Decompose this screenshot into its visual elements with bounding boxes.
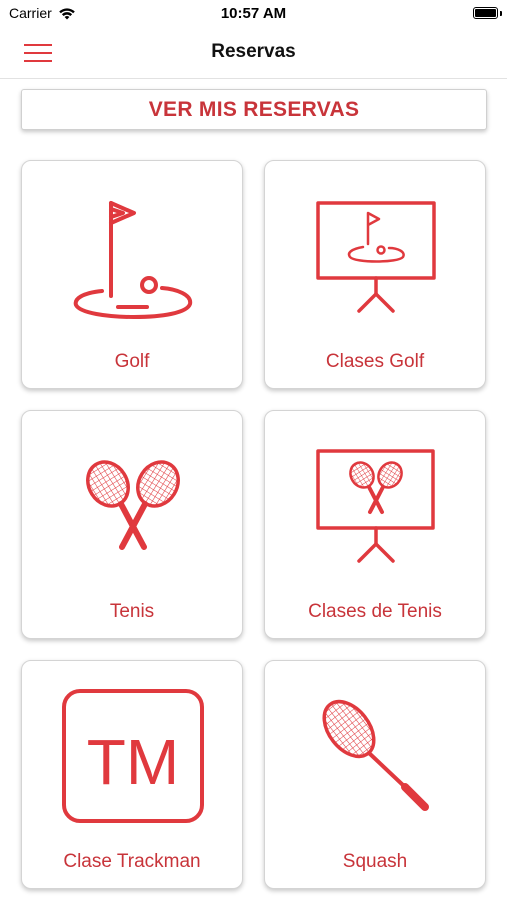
status-time: 10:57 AM	[220, 5, 287, 22]
tile-tennis-classes-label: Clases de Tenis	[308, 601, 442, 622]
tile-tennis-label: Tenis	[109, 601, 155, 622]
trackman-icon: TM	[62, 689, 204, 823]
view-my-reservations-button[interactable]: VER MIS RESERVAS	[21, 89, 487, 130]
tile-tennis[interactable]: Tenis	[21, 410, 243, 639]
status-bar: Carrier 10:57 AM	[0, 0, 507, 28]
golf-flag-icon	[73, 201, 193, 319]
tile-golf-label: Golf	[114, 351, 150, 372]
tile-squash-label: Squash	[342, 851, 408, 872]
battery-cap	[500, 11, 502, 16]
tile-golf-classes[interactable]: Clases Golf	[264, 160, 486, 389]
golf-class-board-icon	[316, 201, 436, 313]
tennis-class-board-icon	[316, 449, 435, 563]
tile-trackman-class[interactable]: TM Clase Trackman	[21, 660, 243, 889]
tile-golf[interactable]: Golf	[21, 160, 243, 389]
tile-trackman-class-label: Clase Trackman	[63, 851, 201, 872]
tile-squash[interactable]: Squash	[264, 660, 486, 889]
squash-racket-icon	[322, 699, 429, 811]
nav-bar: Reservas	[0, 28, 507, 79]
page-title: Reservas	[211, 41, 296, 62]
tile-golf-classes-label: Clases Golf	[325, 351, 425, 372]
battery-icon	[473, 7, 498, 19]
tennis-rackets-icon	[86, 460, 180, 550]
trackman-icon-text: TM	[87, 726, 179, 798]
tile-tennis-classes[interactable]: Clases de Tenis	[264, 410, 486, 639]
